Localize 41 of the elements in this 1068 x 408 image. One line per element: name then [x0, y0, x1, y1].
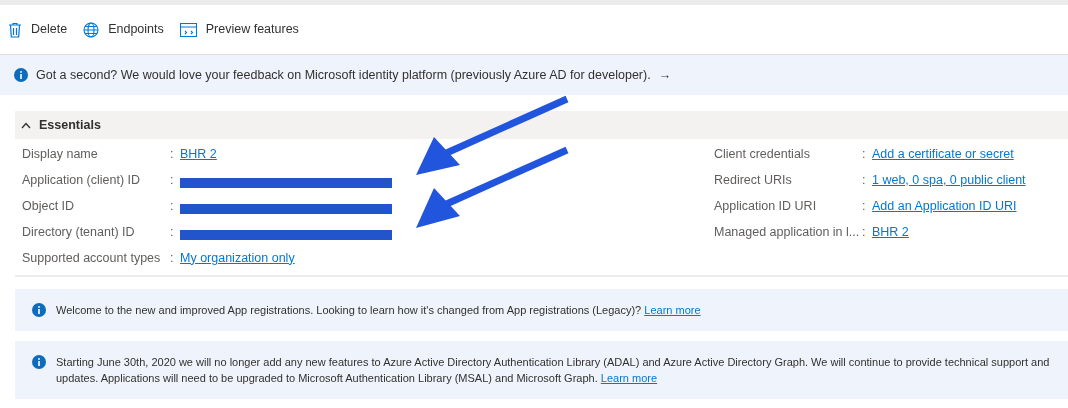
colon: : [862, 223, 867, 241]
info-icon [32, 303, 46, 317]
field-label: Application ID URI [714, 197, 818, 215]
trash-icon [8, 21, 22, 38]
colon: : [170, 197, 175, 215]
field-link[interactable]: BHR 2 [180, 144, 217, 164]
arrow-glyph[interactable]: → [658, 65, 672, 85]
preview-window-icon [179, 22, 197, 37]
field-link[interactable]: My organization only [180, 248, 295, 268]
field-link[interactable]: BHR 2 [872, 222, 909, 242]
field-label: Directory (tenant) ID [22, 223, 136, 241]
field-link[interactable]: Add a certificate or secret [872, 144, 1014, 164]
colon: : [862, 171, 867, 189]
colon: : [170, 223, 175, 241]
colon: : [170, 249, 175, 267]
learn-more-link[interactable]: Learn more [644, 304, 701, 316]
field-label: Supported account types [22, 249, 162, 267]
field-label: Object ID [22, 197, 76, 215]
field-link[interactable]: 1 web, 0 spa, 0 public client [872, 170, 1026, 190]
toolbar-button[interactable]: Delete [8, 20, 68, 39]
field-label: Client credentials [714, 145, 811, 163]
field-label: Managed application in l... [714, 223, 861, 241]
learn-more-link[interactable]: Learn more [600, 372, 658, 384]
toolbar-button[interactable]: Endpoints [83, 20, 164, 39]
field-label: Application (client) ID [22, 171, 142, 189]
colon: : [862, 145, 867, 163]
info-icon [32, 355, 46, 369]
field-label: Redirect URIs [714, 171, 793, 189]
colon: : [170, 145, 175, 163]
field-label: Display name [22, 145, 99, 163]
notice-text: Welcome to the new and improved App registrations. Looking to learn how it's changed from App registrations (Legacy)? Learn more [56, 303, 701, 318]
colon: : [862, 197, 867, 215]
feedback-text: Got a second? We would love your feedback on Microsoft identity platform (previously Azure AD for developer). [36, 66, 651, 84]
field-link[interactable]: Add an Application ID URI [872, 196, 1017, 216]
colon: : [170, 171, 175, 189]
essentials-header[interactable]: Essentials [15, 111, 1068, 139]
toolbar-button[interactable]: Preview features [179, 20, 299, 39]
notice-text: Starting June 30th, 2020 we will no longer add any new features to Azure Active Directory Authentication Library (ADAL) and Azure Active Directory Graph. We will continue to provide technical support and updates. Applications will need to be upgraded to Microsoft Authentication Library (MSAL) and Microsoft Graph. Learn more [56, 355, 1051, 386]
info-icon [14, 68, 28, 82]
chevron-icon [21, 121, 31, 129]
globe-icon [83, 21, 100, 38]
